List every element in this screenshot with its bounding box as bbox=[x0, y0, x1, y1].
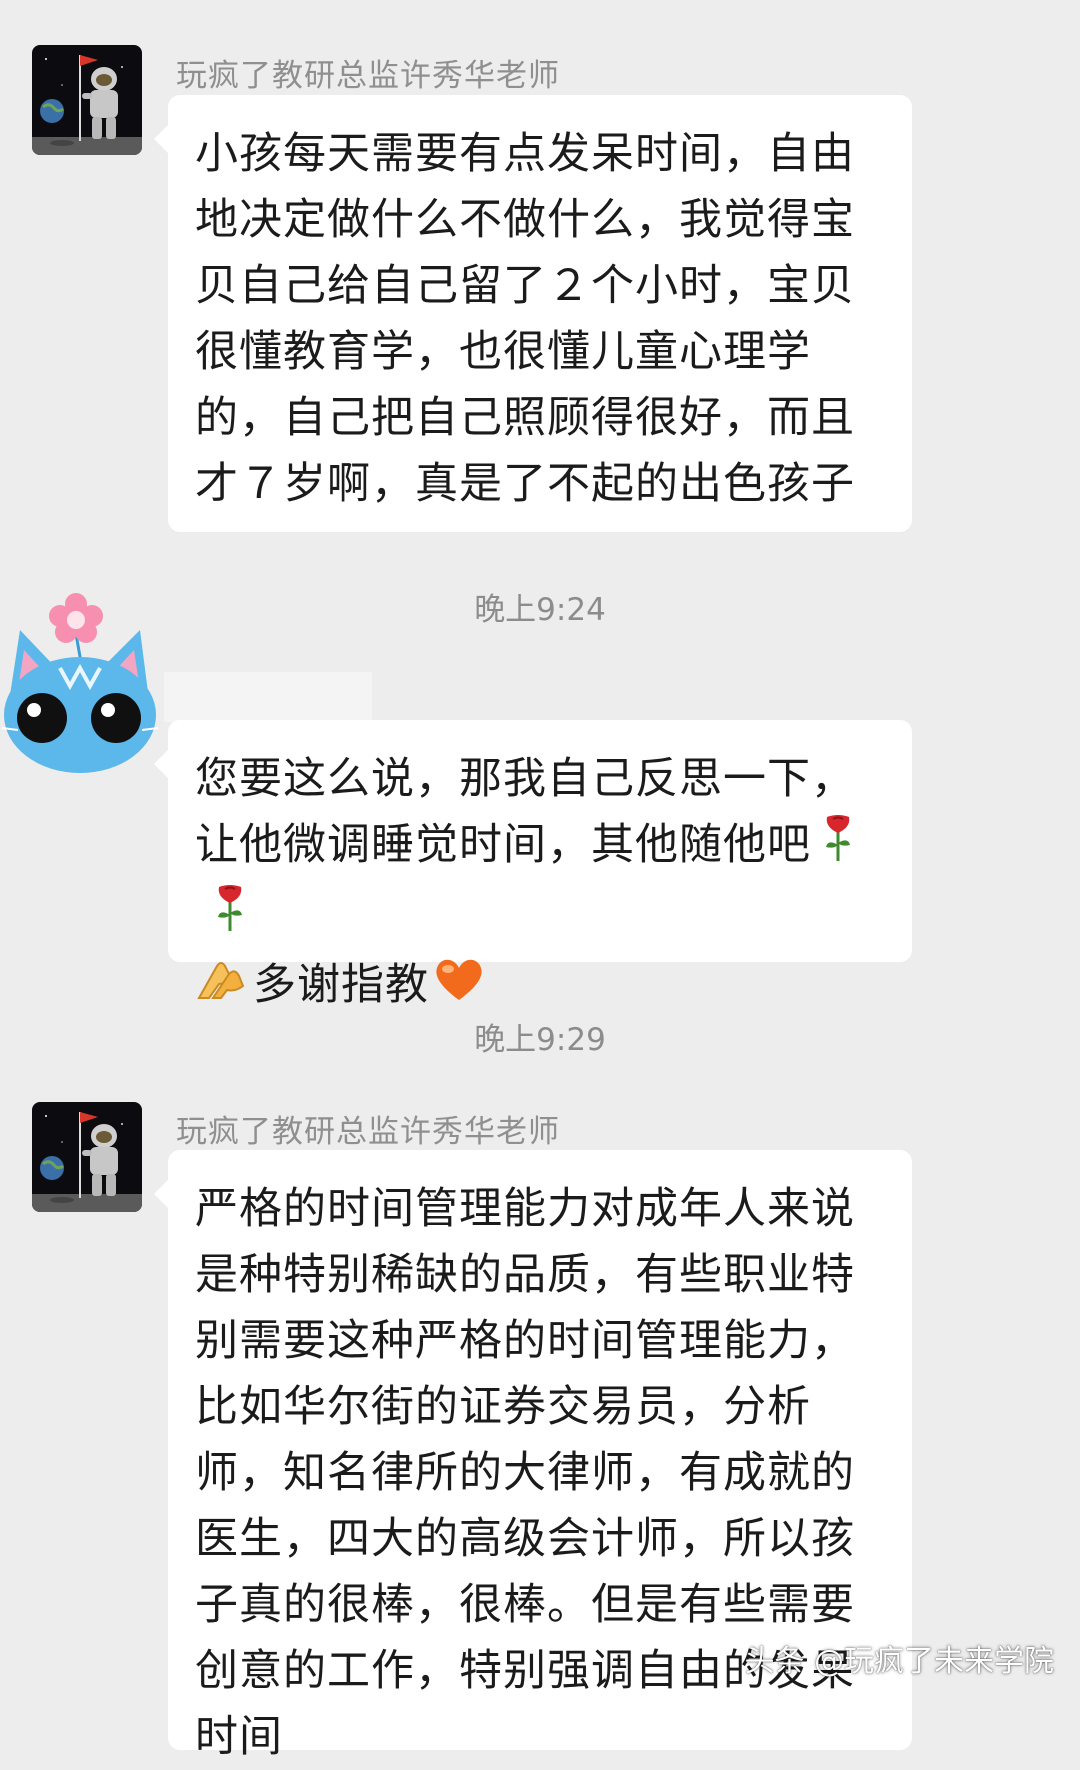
message-text-part2: 多谢指教 bbox=[253, 960, 429, 1010]
praying-hands-icon bbox=[195, 954, 247, 1021]
timestamp: 晚上9:29 bbox=[474, 1022, 606, 1058]
message-bubble[interactable]: 您要这么说，那我自己反思一下，让他微调睡觉时间，其他随他吧 多谢指教 bbox=[154, 720, 912, 1010]
sender-name: 玩疯了教研总监许秀华老师 bbox=[176, 58, 560, 94]
message-text-part1: 您要这么说，那我自己反思一下，让他微调睡觉时间，其他随他吧 bbox=[195, 754, 855, 870]
watermark: 头条 @玩疯了未来学院 bbox=[744, 1644, 1054, 1679]
rose-icon bbox=[213, 883, 247, 952]
message-text: 小孩每天需要有点发呆时间，自由地决定做什么不做什么，我觉得宝贝自己给自己留了２个… bbox=[195, 129, 855, 509]
teacher-avatar[interactable] bbox=[32, 1102, 142, 1212]
sender-name: 玩疯了教研总监许秀华老师 bbox=[176, 1114, 560, 1150]
chat-window: 玩疯了教研总监许秀华老师 小孩每天需要有点发呆时间，自由地决定做什么不做什么，我… bbox=[0, 0, 1080, 1762]
sender-name-placeholder bbox=[164, 672, 372, 722]
astronaut-icon bbox=[32, 45, 142, 155]
message-text: 您要这么说，那我自己反思一下，让他微调睡觉时间，其他随他吧 多谢指教 bbox=[195, 746, 886, 1021]
cat-icon bbox=[0, 590, 160, 790]
orange-heart-icon bbox=[433, 955, 485, 1021]
message-bubble[interactable]: 小孩每天需要有点发呆时间，自由地决定做什么不做什么，我觉得宝贝自己给自己留了２个… bbox=[154, 95, 912, 532]
timestamp: 晚上9:24 bbox=[474, 592, 606, 628]
teacher-avatar[interactable] bbox=[32, 45, 142, 155]
message-text: 严格的时间管理能力对成年人来说是种特别稀缺的品质，有些职业特别需要这种严格的时间… bbox=[195, 1184, 855, 1762]
parent-avatar[interactable] bbox=[0, 590, 160, 790]
astronaut-icon bbox=[32, 1102, 142, 1212]
rose-icon bbox=[821, 813, 855, 882]
